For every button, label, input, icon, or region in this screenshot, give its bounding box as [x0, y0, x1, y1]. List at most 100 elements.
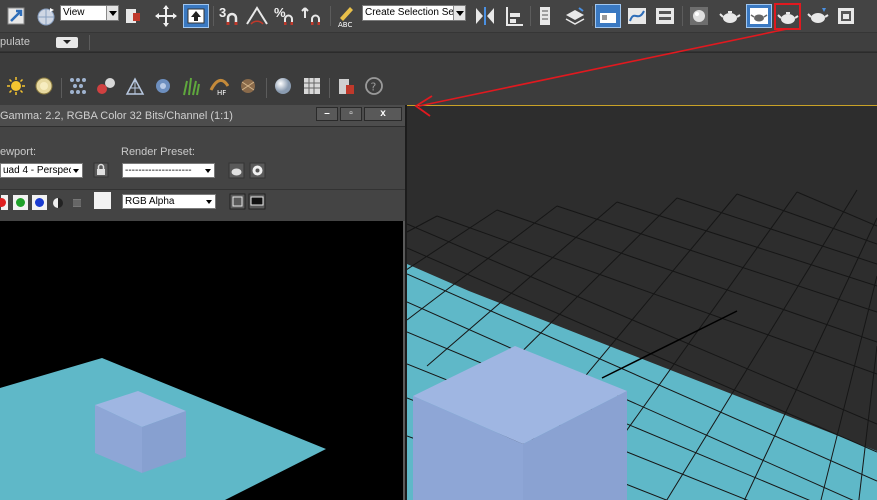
- teapot-frame-icon: [750, 8, 768, 24]
- viewport-label: ewport:: [0, 146, 37, 158]
- save-image-icon[interactable]: [229, 193, 246, 210]
- red-channel-toggle[interactable]: [0, 194, 9, 211]
- spinner-snap-icon: [301, 7, 320, 25]
- color-swatch[interactable]: [93, 191, 112, 210]
- snaps-toggle-button[interactable]: 3: [218, 4, 244, 28]
- select-and-manipulate-button[interactable]: [4, 4, 30, 28]
- schematic-icon: [656, 8, 674, 24]
- render-iterative-button[interactable]: [805, 4, 831, 28]
- curve-editor-button[interactable]: [624, 4, 650, 28]
- hair-icon[interactable]: [238, 76, 258, 96]
- graphite-tools-button[interactable]: [595, 4, 621, 28]
- rendered-frame-window-button[interactable]: [746, 4, 772, 28]
- render-setup-button[interactable]: [717, 4, 743, 28]
- particles-icon[interactable]: [68, 76, 88, 96]
- material-table-icon[interactable]: [302, 76, 322, 96]
- molecule-icon[interactable]: [96, 76, 116, 96]
- separator: [682, 6, 683, 26]
- teapot-gear-icon: [719, 11, 741, 23]
- material-editor-button[interactable]: [686, 4, 712, 28]
- percent-snap-button[interactable]: %: [273, 4, 297, 28]
- named-selection-set-value: Create Selection Se: [365, 7, 454, 18]
- axis-line: [601, 310, 738, 379]
- scene-explorer-button[interactable]: [562, 4, 588, 28]
- divider: [0, 189, 405, 190]
- render-toolbar: HF ?: [0, 53, 877, 105]
- alpha-channel-icon[interactable]: [52, 196, 64, 210]
- perspective-viewport[interactable]: [407, 105, 877, 500]
- green-channel-toggle[interactable]: [12, 194, 29, 211]
- schematic-view-button[interactable]: [652, 4, 678, 28]
- angle-snap-button[interactable]: [245, 4, 269, 28]
- percent-label: %: [274, 5, 286, 20]
- arrow-up-box-icon: [187, 8, 205, 24]
- viewport-dropdown-value: uad 4 - Perspec: [3, 165, 74, 176]
- named-selection-set-dropdown[interactable]: Create Selection Se: [362, 5, 466, 21]
- maximize-button[interactable]: ▫: [340, 107, 362, 121]
- svg-text:ABC: ABC: [338, 21, 352, 28]
- display-channel-dropdown[interactable]: RGB Alpha: [122, 194, 216, 209]
- pivot-icon: [126, 9, 140, 23]
- separator: [592, 6, 593, 26]
- render-frame-button[interactable]: [833, 4, 859, 28]
- grass-icon[interactable]: [181, 76, 201, 96]
- curve-editor-icon: [628, 8, 646, 24]
- viewport-dropdown[interactable]: uad 4 - Perspec: [0, 163, 83, 178]
- select-and-link-button[interactable]: [183, 4, 209, 28]
- select-and-move-button[interactable]: [152, 4, 180, 28]
- separator: [530, 6, 531, 26]
- spinner-snap-button[interactable]: [301, 4, 325, 28]
- edit-named-selection-button[interactable]: ABC: [334, 4, 358, 28]
- material-ball-icon[interactable]: [273, 76, 293, 96]
- lock-icon[interactable]: [93, 162, 109, 178]
- sun-light-icon[interactable]: [6, 76, 26, 96]
- blue-channel-toggle[interactable]: [31, 194, 48, 211]
- separator: [89, 35, 90, 50]
- teapot-icon: [776, 11, 799, 24]
- help-icon[interactable]: ?: [364, 76, 384, 96]
- ribbon-options-dropdown[interactable]: [56, 37, 78, 48]
- clear-image-icon[interactable]: [248, 193, 266, 210]
- sky-light-icon[interactable]: [34, 76, 54, 96]
- separator: [213, 6, 214, 26]
- hair-fur-icon[interactable]: HF: [209, 76, 229, 96]
- mirror-button[interactable]: [472, 4, 498, 28]
- frame-window-title: Gamma: 2.2, RGBA Color 32 Bits/Channel (…: [0, 110, 233, 122]
- viewport-scene: [407, 189, 877, 500]
- snap-3-label: 3: [219, 5, 227, 20]
- mirror-icon: [476, 7, 494, 25]
- gear-effect-icon[interactable]: [153, 76, 173, 96]
- frame-window-titlebar[interactable]: Gamma: 2.2, RGBA Color 32 Bits/Channel (…: [0, 105, 405, 127]
- render-preset-label: Render Preset:: [121, 146, 195, 158]
- clipboard-icon[interactable]: [336, 76, 356, 96]
- layer-manager-button[interactable]: [535, 4, 555, 28]
- ribbon-bar: pulate: [0, 33, 877, 52]
- align-icon: [506, 7, 523, 26]
- align-button[interactable]: [502, 4, 526, 28]
- ribbon-tab-label[interactable]: pulate: [0, 36, 30, 48]
- scale-arrow-icon: [7, 7, 25, 25]
- render-preset-value: --------------------: [125, 165, 192, 176]
- render-setup-icon[interactable]: [228, 162, 245, 179]
- globe-select-button[interactable]: [33, 4, 59, 28]
- main-toolbar: View 3 % ABC Create Selection Se: [0, 0, 877, 33]
- globe-icon: [37, 8, 55, 26]
- pivot-center-button[interactable]: [121, 4, 145, 28]
- render-preset-dropdown[interactable]: --------------------: [122, 163, 215, 178]
- close-button[interactable]: x: [364, 107, 402, 121]
- frame-window-icon: [838, 8, 854, 24]
- display-channel-value: RGB Alpha: [125, 196, 175, 207]
- list-icon: [540, 7, 550, 25]
- separator: [266, 78, 267, 98]
- reference-coordinate-dropdown[interactable]: View: [60, 5, 119, 21]
- move-cross-icon: [155, 5, 177, 27]
- minimize-button[interactable]: –: [316, 107, 338, 121]
- helper-icon[interactable]: [125, 76, 145, 96]
- render-output-area: [0, 221, 403, 500]
- separator: [329, 78, 330, 98]
- render-production-button[interactable]: [774, 3, 801, 30]
- environment-effects-icon[interactable]: [249, 162, 266, 179]
- frame-window-scrollbar[interactable]: [403, 221, 405, 500]
- monochrome-icon[interactable]: [71, 196, 83, 210]
- reference-coordinate-value: View: [63, 7, 85, 18]
